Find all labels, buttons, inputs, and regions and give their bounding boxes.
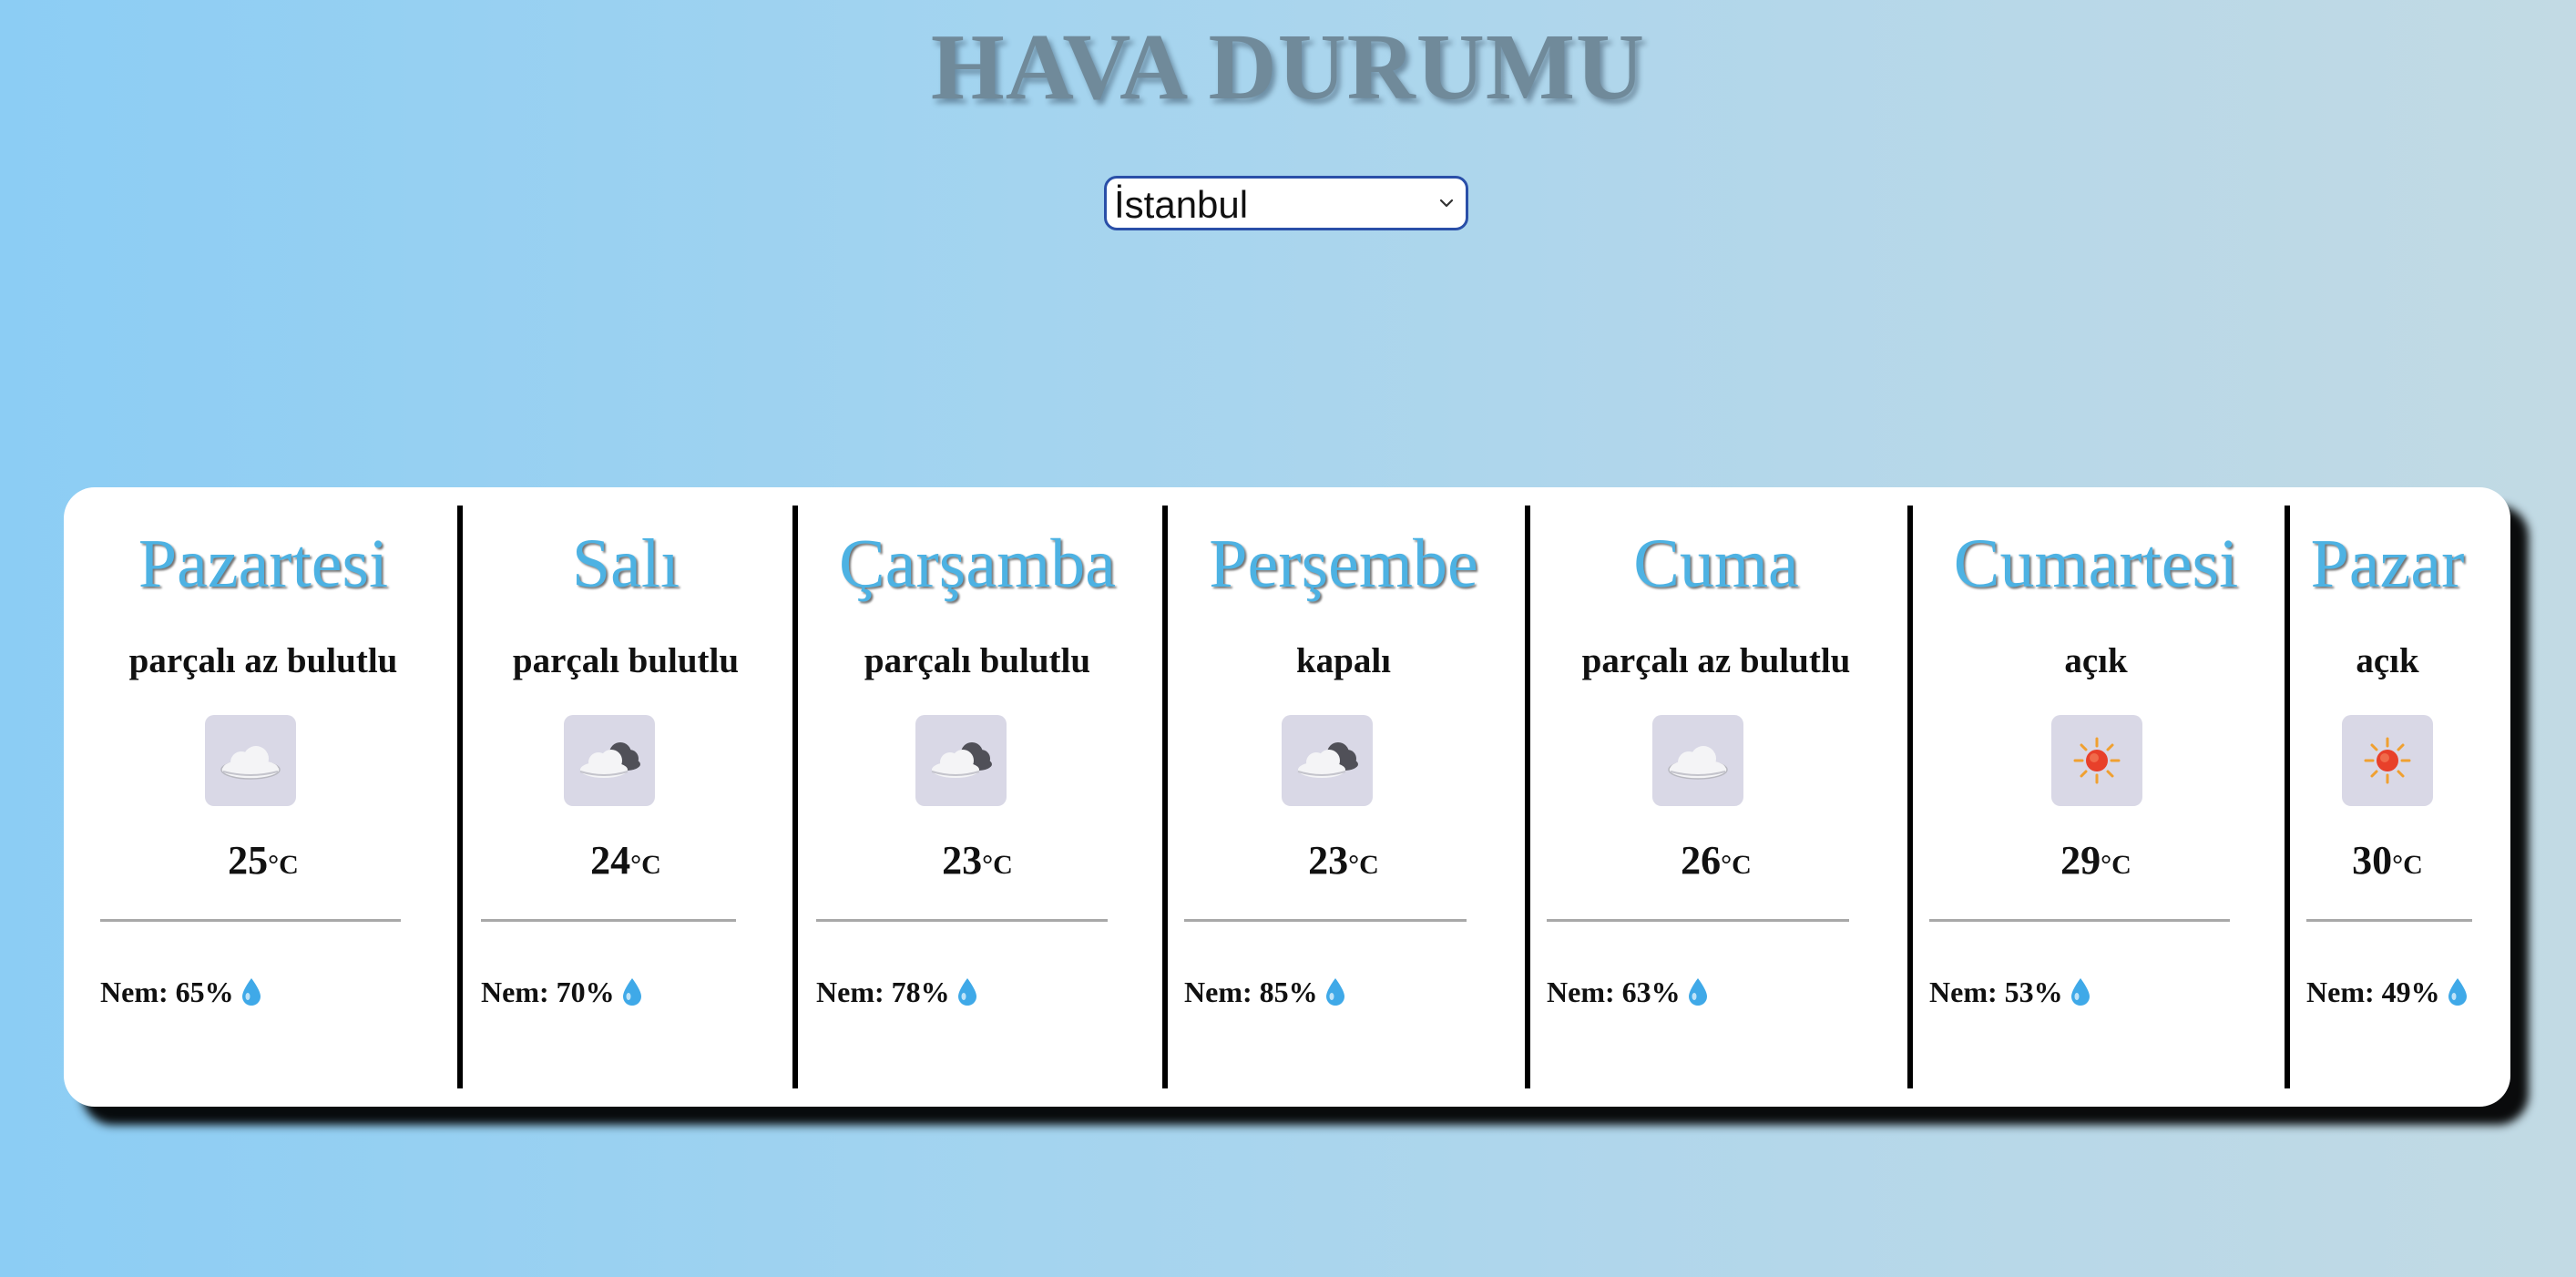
weather-description: parçalı bulutlu [512, 641, 740, 680]
day-card-cuma: Cuma parçalı az bulutlu 26°C Nem: 63% [1525, 506, 1907, 1088]
weather-description: açık [2064, 641, 2128, 680]
cloud-dark-icon [564, 715, 655, 806]
water-drop-icon [2448, 978, 2467, 1006]
cloud-dark-icon [915, 715, 1007, 806]
humidity: Nem: 49% [2306, 974, 2469, 1010]
divider [2306, 919, 2472, 922]
day-card-persembe: Perşembe kapalı 23°C Nem: 85% [1162, 506, 1525, 1088]
humidity-label: Nem: 65% [100, 976, 234, 1008]
day-name: Pazartesi [138, 526, 389, 602]
temperature: 23°C [1162, 837, 1525, 889]
sun-icon [2342, 715, 2433, 806]
city-select[interactable]: İstanbul [1104, 176, 1468, 230]
temperature-value: 23 [1308, 838, 1349, 883]
cloud-dark-icon [1282, 715, 1373, 806]
temperature: 29°C [1907, 837, 2285, 889]
weather-description: parçalı az bulutlu [1581, 641, 1851, 680]
temperature-value: 29 [2060, 838, 2101, 883]
humidity-label: Nem: 85% [1184, 976, 1318, 1008]
temperature-value: 25 [228, 838, 269, 883]
water-drop-icon [241, 978, 261, 1006]
humidity: Nem: 85% [1184, 974, 1347, 1010]
day-card-cumartesi: Cumartesi açık 29°C Nem: 53% [1907, 506, 2285, 1088]
water-drop-icon [957, 978, 976, 1006]
sun-icon [2051, 715, 2142, 806]
day-name: Çarşamba [839, 526, 1116, 602]
humidity: Nem: 70% [481, 974, 644, 1010]
water-drop-icon [1688, 978, 1707, 1006]
day-card-pazartesi: Pazartesi parçalı az bulutlu 25°C Nem: 6… [64, 506, 463, 1088]
temperature-value: 24 [590, 838, 631, 883]
temperature: 23°C [792, 837, 1162, 889]
day-name: Cuma [1633, 526, 1799, 602]
weather-description: kapalı [1295, 641, 1392, 680]
page-title: HAVA DURUMU [930, 15, 1646, 119]
temperature-unit: °C [1348, 850, 1379, 880]
temperature-unit: °C [268, 850, 299, 880]
divider [816, 919, 1108, 922]
day-name: Perşembe [1209, 526, 1478, 602]
day-card-sali: Salı parçalı bulutlu 24°C Nem: 70% [457, 506, 794, 1088]
day-card-pazar: Pazar açık 30°C Nem: 49% [2285, 506, 2490, 1088]
cloud-icon [1652, 715, 1743, 806]
humidity-label: Nem: 78% [816, 976, 950, 1008]
temperature-value: 30 [2352, 838, 2393, 883]
water-drop-icon [622, 978, 641, 1006]
humidity: Nem: 63% [1547, 974, 1710, 1010]
chevron-down-icon [1439, 199, 1454, 208]
humidity-label: Nem: 63% [1547, 976, 1681, 1008]
humidity-label: Nem: 49% [2306, 976, 2440, 1008]
divider [481, 919, 736, 922]
temperature-value: 26 [1681, 838, 1722, 883]
divider [1929, 919, 2230, 922]
divider [1547, 919, 1849, 922]
humidity: Nem: 78% [816, 974, 979, 1010]
city-select-value: İstanbul [1114, 183, 1249, 226]
weather-description: parçalı az bulutlu [128, 641, 398, 680]
temperature-value: 23 [942, 838, 983, 883]
temperature: 30°C [2285, 837, 2490, 889]
day-name: Salı [571, 526, 680, 602]
day-name: Pazar [2310, 526, 2465, 602]
divider [1184, 919, 1467, 922]
temperature-unit: °C [2101, 850, 2131, 880]
weather-description: parçalı bulutlu [864, 641, 1091, 680]
weather-description: açık [2356, 641, 2419, 680]
water-drop-icon [2070, 978, 2090, 1006]
temperature-unit: °C [2392, 850, 2423, 880]
humidity: Nem: 53% [1929, 974, 2092, 1010]
forecast-card: Pazartesi parçalı az bulutlu 25°C Nem: 6… [64, 487, 2510, 1107]
divider [100, 919, 401, 922]
temperature-unit: °C [630, 850, 661, 880]
temperature: 26°C [1525, 837, 1907, 889]
humidity-label: Nem: 53% [1929, 976, 2063, 1008]
water-drop-icon [1325, 978, 1344, 1006]
day-name: Cumartesi [1953, 526, 2239, 602]
temperature-unit: °C [1721, 850, 1752, 880]
cloud-icon [205, 715, 296, 806]
day-card-carsamba: Çarşamba parçalı bulutlu 23°C Nem: 78% [792, 506, 1162, 1088]
humidity: Nem: 65% [100, 974, 263, 1010]
temperature-unit: °C [982, 850, 1013, 880]
temperature: 25°C [64, 837, 463, 889]
humidity-label: Nem: 70% [481, 976, 615, 1008]
temperature: 24°C [457, 837, 794, 889]
